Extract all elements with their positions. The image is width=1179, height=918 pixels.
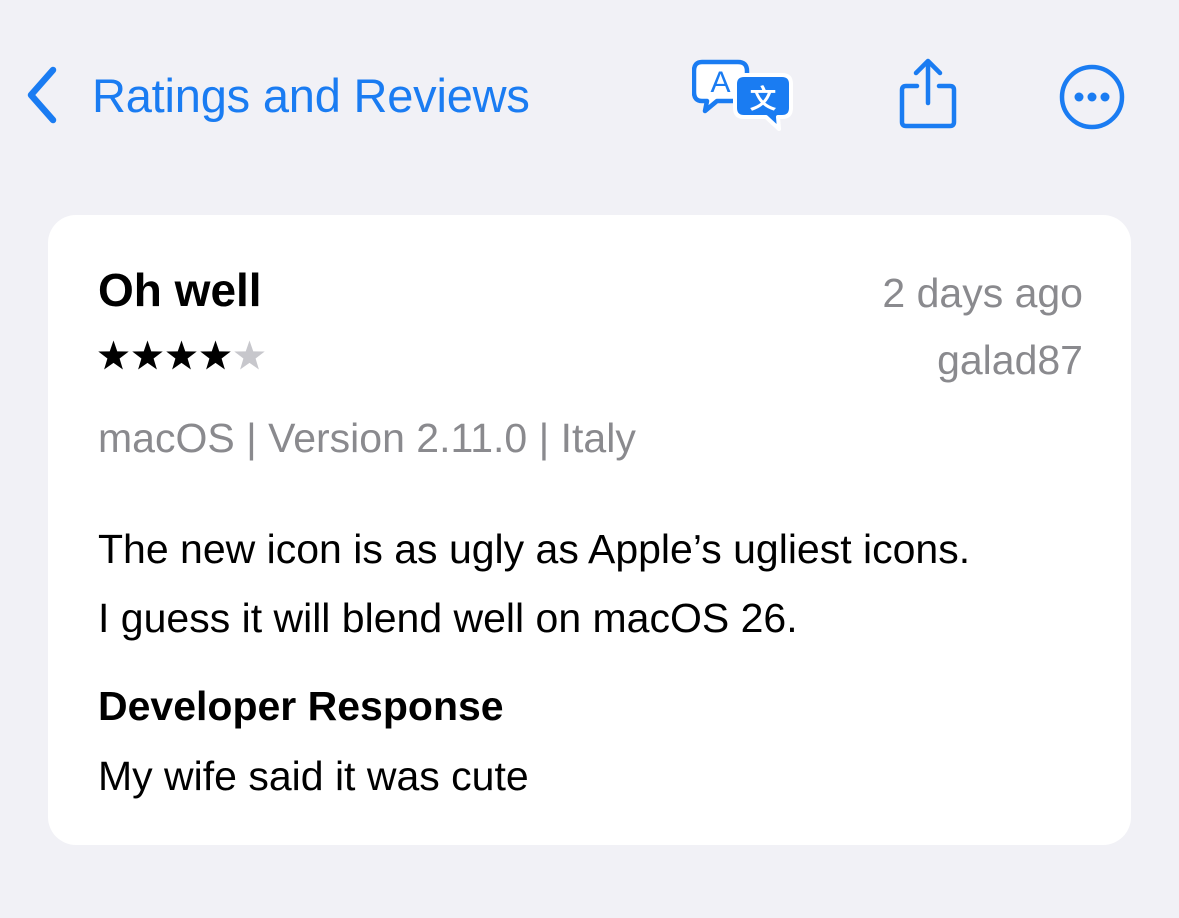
more-icon bbox=[1059, 64, 1125, 130]
developer-response-heading: Developer Response bbox=[98, 683, 504, 729]
share-button[interactable] bbox=[897, 56, 959, 130]
star-filled-icon bbox=[132, 340, 163, 370]
share-icon bbox=[899, 58, 957, 129]
developer-response-text: My wife said it was cute bbox=[98, 753, 529, 799]
review-body: The new icon is as ugly as Apple’s uglie… bbox=[98, 515, 970, 653]
translate-icon: A 文 bbox=[692, 59, 793, 131]
back-label: Ratings and Reviews bbox=[92, 68, 530, 122]
star-empty-icon bbox=[234, 340, 265, 370]
review-author: galad87 bbox=[937, 337, 1083, 383]
star-filled-icon bbox=[166, 340, 197, 370]
svg-text:文: 文 bbox=[750, 84, 777, 115]
review-meta: macOS | Version 2.11.0 | Italy bbox=[98, 415, 636, 461]
review-body-line: The new icon is as ugly as Apple’s uglie… bbox=[98, 526, 971, 572]
more-button[interactable] bbox=[1057, 62, 1127, 132]
star-rating bbox=[97, 339, 266, 372]
review-title: Oh well bbox=[98, 264, 262, 316]
star-filled-icon bbox=[200, 340, 231, 370]
review-date: 2 days ago bbox=[882, 270, 1083, 316]
back-button[interactable]: Ratings and Reviews bbox=[22, 62, 530, 128]
star-filled-icon bbox=[98, 340, 129, 370]
navigation-bar: Ratings and Reviews A 文 bbox=[0, 0, 1179, 190]
review-card: Oh well 2 days ago galad87 macOS | Versi… bbox=[48, 215, 1131, 845]
svg-text:A: A bbox=[710, 66, 730, 99]
review-body-line: I guess it will blend well on macOS 26. bbox=[98, 595, 798, 641]
translate-button[interactable]: A 文 bbox=[692, 58, 794, 134]
chevron-left-icon bbox=[27, 66, 57, 124]
